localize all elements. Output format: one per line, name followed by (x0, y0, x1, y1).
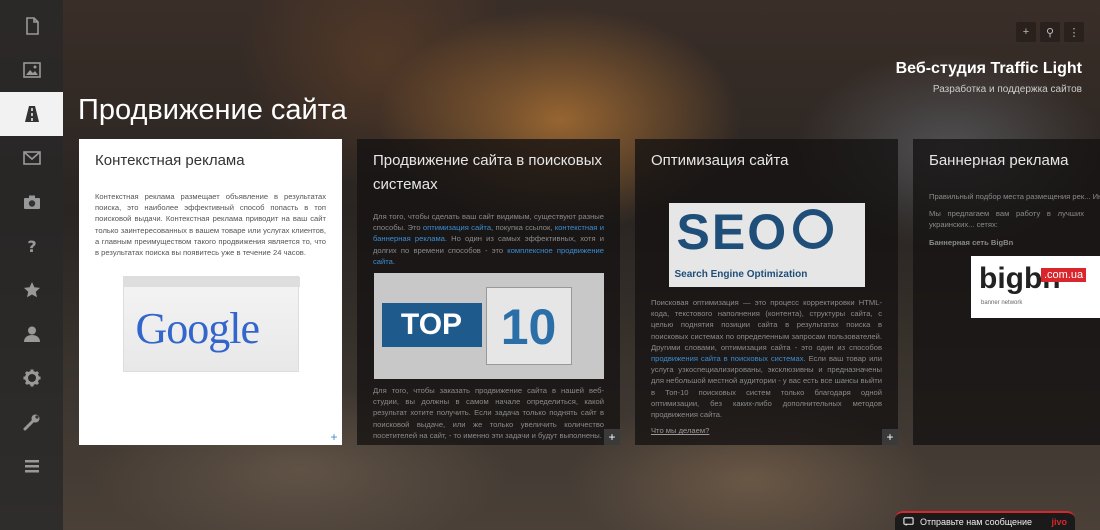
card-text: Контекстная реклама размещает объявление… (95, 192, 326, 258)
sidebar-item-help[interactable]: ? (0, 224, 63, 268)
card-banner-ads[interactable]: Баннерная реклама Правильный подбор мест… (913, 139, 1100, 445)
card-text: Для того, чтобы сделать ваш сайт видимым… (357, 211, 620, 267)
top-toolbar: + ⚲ ⋮ (1016, 22, 1084, 42)
menu-icon (24, 460, 39, 473)
ten-label: 10 (485, 287, 572, 366)
expand-button[interactable]: + (882, 429, 898, 445)
camera-icon (23, 195, 40, 209)
sidebar-item-promotion[interactable] (0, 92, 63, 136)
seo-caption: Search Engine Optimization (674, 269, 808, 280)
sidebar-item-tools[interactable] (0, 400, 63, 444)
chat-icon (903, 517, 914, 527)
card-title: Баннерная реклама (929, 152, 1069, 169)
expand-button[interactable]: + (604, 429, 620, 445)
link-seo-promotion[interactable]: продвижения сайта в поисковых системах (651, 354, 804, 363)
magnifier-icon (792, 209, 833, 249)
expand-button[interactable]: + (326, 429, 342, 445)
page-title: Продвижение сайта (78, 94, 347, 126)
sidebar-item-contacts[interactable] (0, 136, 63, 180)
sidebar-item-menu[interactable] (0, 444, 63, 488)
text-segment: , покупка ссылок, (491, 223, 555, 233)
card-text-2: Мы предлагаем вам работу в лучших украин… (929, 209, 1084, 230)
bigbn-domain: .com.ua (1041, 267, 1087, 282)
sidebar-item-documents[interactable] (0, 4, 63, 48)
text-segment: . Если ваш товар или услуга узкоспециали… (651, 354, 882, 420)
card-context-ads[interactable]: Контекстная реклама Контекстная реклама … (79, 139, 342, 445)
card-title: Продвижение сайта в поисковых системах (373, 152, 603, 193)
bigbn-tagline: banner network (981, 299, 1023, 306)
google-image: Google (122, 276, 300, 373)
brand-subtitle: Разработка и поддержка сайтов (932, 84, 1082, 95)
text-segment: Поисковая оптимизация — это процесс корр… (651, 298, 882, 352)
card-text: Правильный подбор места размещения рек..… (929, 192, 1100, 201)
card-text: Поисковая оптимизация — это процесс корр… (635, 297, 898, 420)
jivo-logo: jivo (1051, 516, 1067, 527)
gear-icon (23, 369, 40, 387)
image-icon (22, 62, 41, 78)
chat-label: Отправьте нам сообщение (920, 516, 1033, 527)
chat-widget[interactable]: Отправьте нам сообщение jivo (895, 511, 1075, 530)
link-site-optimization[interactable]: оптимизация сайта (423, 223, 491, 232)
card-seo-promotion[interactable]: Продвижение сайта в поисковых системах Д… (357, 139, 620, 445)
google-logo: Google (135, 304, 261, 354)
seo-label: SEO (676, 204, 789, 260)
network-label: Баннерная сеть BigBn (929, 237, 1014, 247)
sidebar-item-photo[interactable] (0, 180, 63, 224)
text-segment: . (392, 256, 396, 266)
card-title: Контекстная реклама (95, 152, 245, 169)
sidebar-item-settings[interactable] (0, 356, 63, 400)
brand-title[interactable]: Веб-студия Traffic Light (896, 60, 1082, 78)
wrench-icon (23, 414, 39, 431)
sidebar: ? (0, 0, 63, 530)
card-site-optimization[interactable]: Оптимизация сайта SEO Search Engine Opti… (635, 139, 898, 445)
document-icon (25, 17, 39, 35)
user-icon (23, 326, 40, 342)
sidebar-item-profile[interactable] (0, 312, 63, 356)
card-text-2: Для того, чтобы заказать продвижение сай… (373, 386, 604, 440)
sidebar-item-gallery[interactable] (0, 48, 63, 92)
svg-text:?: ? (27, 237, 36, 256)
what-we-do-link[interactable]: Что мы делаем? (635, 426, 898, 435)
sidebar-item-favorites[interactable] (0, 268, 63, 312)
brand: Веб-студия Traffic Light Разработка и по… (896, 60, 1082, 95)
bigbn-image: bigbn .com.ua banner network (971, 255, 1100, 318)
seo-image: SEO Search Engine Optimization (668, 203, 865, 287)
card-title: Оптимизация сайта (651, 152, 789, 169)
browser-bar (123, 277, 300, 288)
search-icon[interactable]: ⚲ (1040, 22, 1060, 42)
top-label: TOP (381, 303, 482, 348)
star-icon (23, 282, 40, 298)
top10-image: TOP 10 (373, 273, 604, 380)
envelope-icon (22, 151, 41, 165)
road-icon (24, 106, 39, 122)
question-icon: ? (27, 237, 36, 256)
plus-icon[interactable]: + (1016, 22, 1036, 42)
more-icon[interactable]: ⋮ (1064, 22, 1084, 42)
